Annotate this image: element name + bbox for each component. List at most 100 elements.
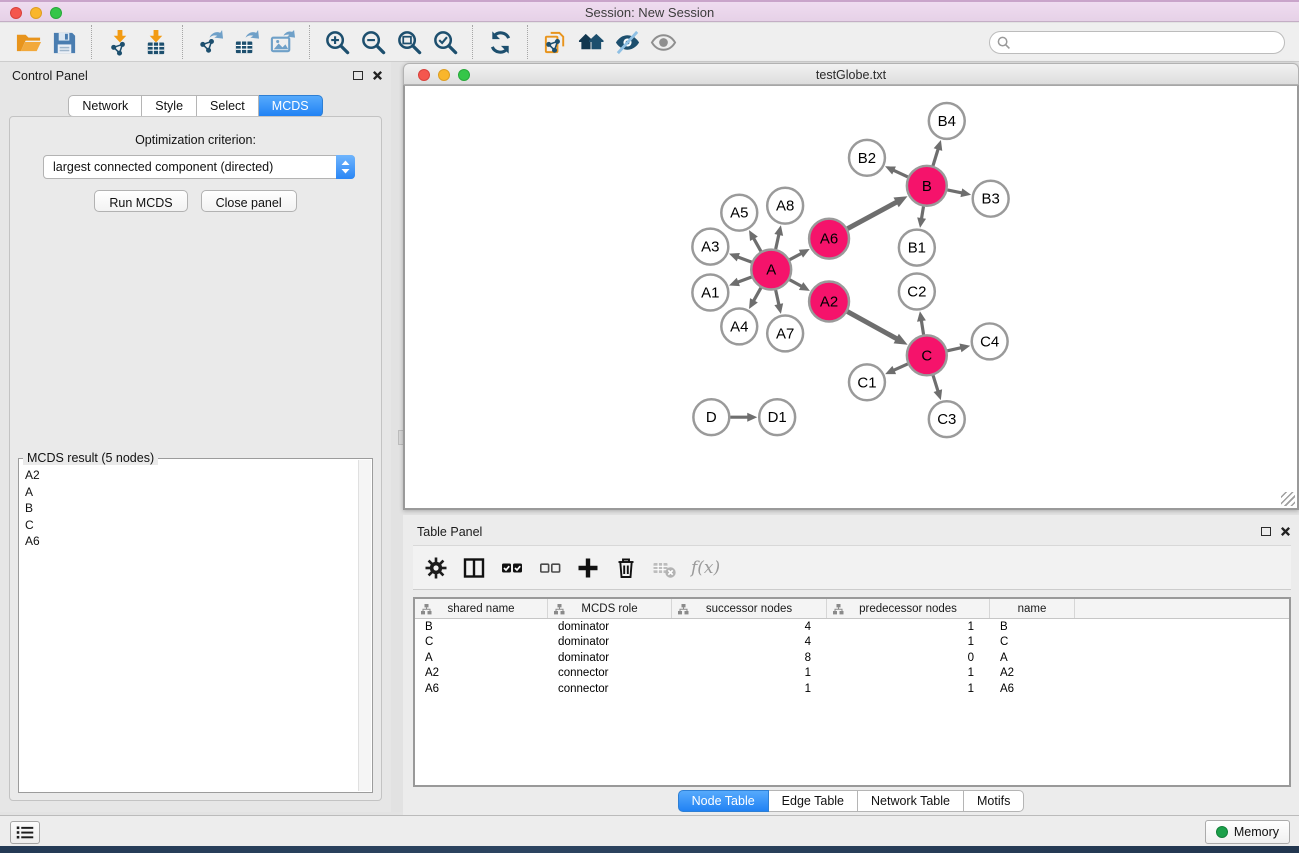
table-cell[interactable]: 1 xyxy=(672,666,827,682)
graph-node-D[interactable]: D xyxy=(693,399,729,435)
add-row-button[interactable] xyxy=(573,553,603,583)
table-row[interactable]: Adominator80A xyxy=(415,650,1289,666)
optimization-criterion-dropdown[interactable]: largest connected component (directed) xyxy=(43,155,355,179)
table-cell[interactable]: dominator xyxy=(548,635,672,651)
graph-node-A4[interactable]: A4 xyxy=(721,308,757,344)
graph-edge-B-B3[interactable] xyxy=(947,190,963,193)
open-session-button[interactable] xyxy=(10,25,46,59)
tab-network[interactable]: Network xyxy=(68,95,142,117)
graph-edge-A-A1[interactable] xyxy=(736,277,751,283)
graph-node-B2[interactable]: B2 xyxy=(849,140,885,176)
clone-network-button[interactable] xyxy=(537,25,573,59)
tab-style[interactable]: Style xyxy=(142,95,197,117)
close-panel-button[interactable]: Close panel xyxy=(201,190,297,212)
mcds-result-item[interactable]: C xyxy=(20,517,358,534)
refresh-layout-button[interactable] xyxy=(482,25,518,59)
task-history-button[interactable] xyxy=(10,821,40,844)
graph-node-A3[interactable]: A3 xyxy=(692,229,728,265)
unselect-all-button[interactable] xyxy=(535,553,565,583)
table-row[interactable]: A2connector11A2 xyxy=(415,666,1289,682)
import-table-button[interactable] xyxy=(137,25,173,59)
table-cell[interactable]: A6 xyxy=(415,681,548,697)
zoom-out-button[interactable] xyxy=(355,25,391,59)
table-cell[interactable]: C xyxy=(990,635,1075,651)
graph-edge-A2-C[interactable] xyxy=(847,312,898,340)
table-cell[interactable]: A xyxy=(415,650,548,666)
zoom-fit-button[interactable] xyxy=(391,25,427,59)
table-cell[interactable]: A2 xyxy=(415,666,548,682)
tab-mcds[interactable]: MCDS xyxy=(259,95,323,117)
graph-node-A8[interactable]: A8 xyxy=(767,188,803,224)
table-cell[interactable]: 1 xyxy=(827,681,990,697)
graph-node-A7[interactable]: A7 xyxy=(767,315,803,351)
graph-edge-B-B4[interactable] xyxy=(933,148,939,166)
tab-node-table[interactable]: Node Table xyxy=(678,790,769,812)
tab-edge-table[interactable]: Edge Table xyxy=(769,790,858,812)
graph-edge-A-A2[interactable] xyxy=(790,280,803,287)
tab-motifs[interactable]: Motifs xyxy=(964,790,1024,812)
zoom-in-button[interactable] xyxy=(319,25,355,59)
mcds-result-item[interactable]: A2 xyxy=(20,467,358,484)
search-input[interactable] xyxy=(1014,33,1276,52)
table-cell[interactable]: A2 xyxy=(990,666,1075,682)
column-selector-button[interactable] xyxy=(459,553,489,583)
save-session-button[interactable] xyxy=(46,25,82,59)
birds-eye-view-button[interactable] xyxy=(645,25,681,59)
graphics-details-button[interactable] xyxy=(609,25,645,59)
table-cell[interactable]: 1 xyxy=(827,619,990,635)
table-cell[interactable]: B xyxy=(415,619,548,635)
settings-button[interactable] xyxy=(421,553,451,583)
graph-edge-A-A8[interactable] xyxy=(776,233,780,249)
table-cell[interactable]: A6 xyxy=(990,681,1075,697)
run-mcds-button[interactable]: Run MCDS xyxy=(94,190,187,212)
graph-node-D1[interactable]: D1 xyxy=(759,399,795,435)
table-cell[interactable]: 1 xyxy=(827,635,990,651)
graph-edge-A-A7[interactable] xyxy=(776,290,780,306)
delete-row-button[interactable] xyxy=(611,553,641,583)
graph-node-A1[interactable]: A1 xyxy=(692,275,728,311)
function-builder-button[interactable]: f(x) xyxy=(687,558,720,578)
table-cell[interactable]: 4 xyxy=(672,619,827,635)
export-image-button[interactable] xyxy=(264,25,300,59)
tab-select[interactable]: Select xyxy=(197,95,259,117)
home-button[interactable] xyxy=(573,25,609,59)
graph-node-C3[interactable]: C3 xyxy=(929,401,965,437)
column-header-predecessor-nodes[interactable]: predecessor nodes xyxy=(827,599,990,618)
table-cell[interactable]: dominator xyxy=(548,619,672,635)
table-row[interactable]: Bdominator41B xyxy=(415,619,1289,635)
graph-node-A6[interactable]: A6 xyxy=(809,219,849,259)
graph-node-A5[interactable]: A5 xyxy=(721,195,757,231)
table-cell[interactable]: B xyxy=(990,619,1075,635)
graph-edge-B-B2[interactable] xyxy=(892,170,908,177)
column-header-MCDS-role[interactable]: MCDS role xyxy=(548,599,672,618)
graph-node-C[interactable]: C xyxy=(907,335,947,375)
graph-node-B4[interactable]: B4 xyxy=(929,103,965,139)
graph-edge-C-C3[interactable] xyxy=(933,375,938,392)
column-header-name[interactable]: name xyxy=(990,599,1075,618)
graph-edge-A6-B[interactable] xyxy=(847,201,897,228)
mcds-result-item[interactable]: A xyxy=(20,484,358,501)
resize-grip-icon[interactable] xyxy=(1281,492,1295,506)
table-cell[interactable]: 8 xyxy=(672,650,827,666)
table-cell[interactable]: 4 xyxy=(672,635,827,651)
graph-node-B1[interactable]: B1 xyxy=(899,230,935,266)
table-cell[interactable]: C xyxy=(415,635,548,651)
result-scrollbar[interactable] xyxy=(358,460,371,791)
graph-edge-A-A5[interactable] xyxy=(753,237,761,251)
table-cell[interactable]: 1 xyxy=(827,666,990,682)
memory-button[interactable]: Memory xyxy=(1205,820,1290,844)
graph-node-A[interactable]: A xyxy=(751,250,791,290)
zoom-selected-button[interactable] xyxy=(427,25,463,59)
float-table-panel-icon[interactable] xyxy=(1261,527,1271,536)
graph-node-C2[interactable]: C2 xyxy=(899,274,935,310)
close-panel-icon[interactable] xyxy=(372,70,383,81)
export-table-button[interactable] xyxy=(228,25,264,59)
graph-edge-A-A4[interactable] xyxy=(753,288,761,302)
table-cell[interactable]: 0 xyxy=(827,650,990,666)
tab-network-table[interactable]: Network Table xyxy=(858,790,964,812)
network-canvas[interactable]: B4B2BB3A8A5A6A3B1AC2A1A2A4A7C4CC1DD1C3 xyxy=(403,85,1299,510)
import-network-button[interactable] xyxy=(101,25,137,59)
table-row[interactable]: Cdominator41C xyxy=(415,635,1289,651)
table-cell[interactable]: connector xyxy=(548,666,672,682)
mcds-result-item[interactable]: A6 xyxy=(20,533,358,550)
